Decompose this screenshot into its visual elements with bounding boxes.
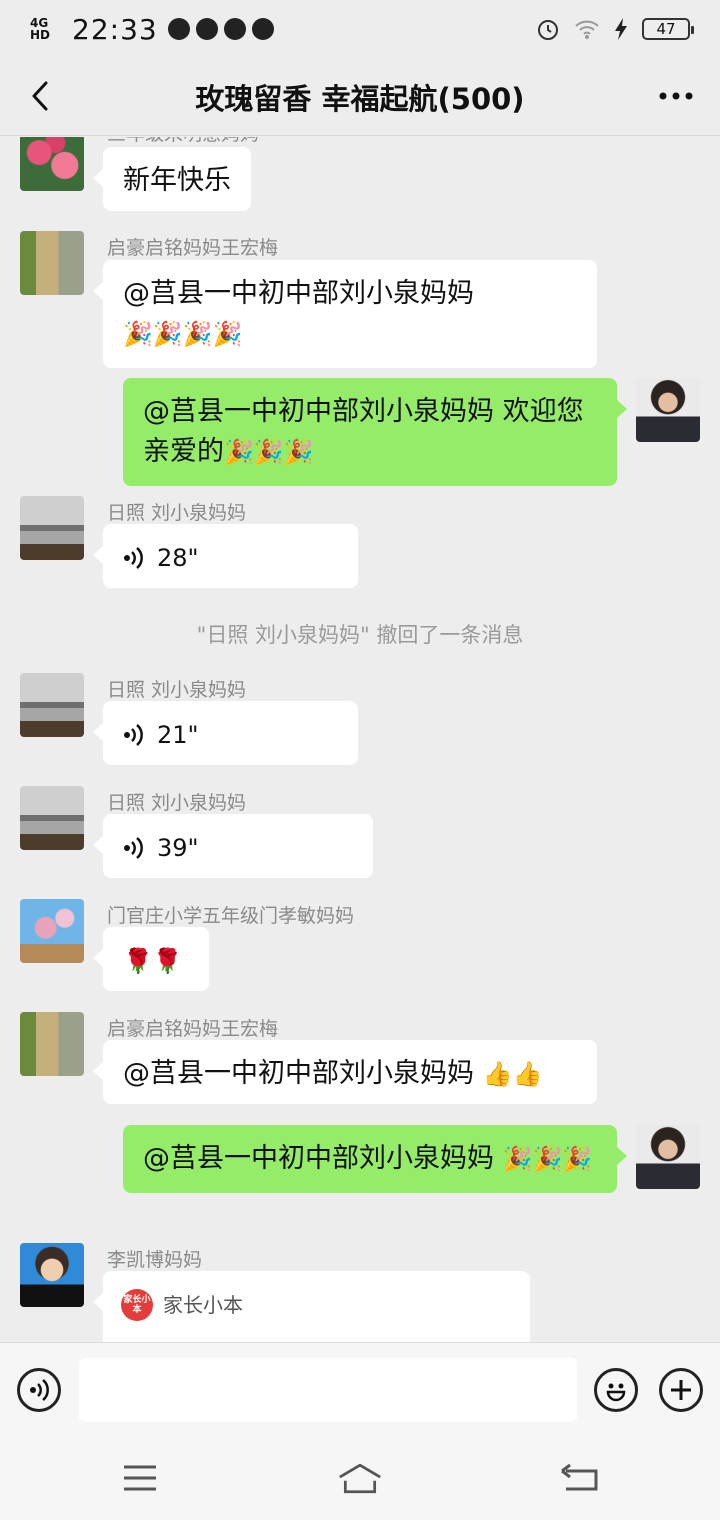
- message-text: @莒县一中初中部刘小泉妈妈: [123, 1058, 483, 1089]
- app-logo-icon: 家长小本: [121, 1289, 153, 1321]
- system-nav-bar: [0, 1438, 720, 1520]
- avatar[interactable]: [20, 899, 84, 963]
- card-app-name: 家长小本: [163, 1293, 243, 1317]
- avatar[interactable]: [20, 673, 84, 737]
- mini-program-card[interactable]: 家长小本 家长小本: [93, 1271, 530, 1342]
- smiley-icon: [606, 1383, 626, 1402]
- message-text: 新年快乐: [123, 165, 231, 196]
- sender-name: 启豪启铭妈妈王宏梅: [107, 1018, 279, 1040]
- message-list[interactable]: 三年级宋明慧妈妈 新年快乐 启豪启铭妈妈王宏梅 @莒县一中初中部刘小泉妈妈 🎉🎉…: [0, 137, 720, 1342]
- back-nav-button[interactable]: [558, 1458, 602, 1498]
- status-bar: 4G HD 22:33 47: [0, 0, 720, 58]
- message-text: @莒县一中初中部刘小泉妈妈 欢迎您亲爱的: [143, 396, 584, 467]
- message-bubble[interactable]: @莒县一中初中部刘小泉妈妈 🎉🎉🎉🎉: [93, 260, 597, 368]
- message-input[interactable]: [79, 1358, 577, 1422]
- back-button[interactable]: [18, 74, 62, 118]
- voice-wave-icon: [124, 547, 143, 569]
- avatar[interactable]: [636, 1125, 700, 1189]
- message-bubble[interactable]: @莒县一中初中部刘小泉妈妈 欢迎您亲爱的🎉🎉🎉: [123, 378, 627, 486]
- voice-icon: [30, 1379, 49, 1401]
- avatar[interactable]: [20, 1012, 84, 1076]
- sender-name: 日照 刘小泉妈妈: [107, 679, 247, 701]
- avatar[interactable]: [20, 496, 84, 560]
- sender-name: 三年级宋明慧妈妈: [107, 137, 259, 146]
- message-bubble[interactable]: @莒县一中初中部刘小泉妈妈 👍👍: [93, 1040, 597, 1104]
- recall-notice: "日照 刘小泉妈妈" 撤回了一条消息: [196, 623, 524, 647]
- message-bubble[interactable]: 🌹🌹: [93, 927, 209, 991]
- more-dots-icon: [659, 92, 693, 100]
- chat-header: 玫瑰留香 幸福起航(500): [0, 58, 720, 136]
- more-functions-button[interactable]: [659, 1368, 703, 1412]
- app-icon: [195, 18, 218, 40]
- notification-icons: [167, 18, 274, 40]
- recent-apps-button[interactable]: [118, 1458, 162, 1498]
- alarm-icon: [223, 18, 246, 40]
- message-text: @莒县一中初中部刘小泉妈妈: [143, 1143, 503, 1174]
- menu-icon: [124, 1465, 156, 1491]
- alarm-clock-icon: [538, 20, 558, 40]
- sender-name: 李凯博妈妈: [107, 1249, 203, 1271]
- voice-wave-icon: [124, 724, 143, 746]
- message-bubble[interactable]: 新年快乐: [93, 147, 251, 211]
- avatar[interactable]: [636, 378, 700, 442]
- avatar[interactable]: [20, 786, 84, 850]
- home-button[interactable]: [338, 1458, 382, 1498]
- thumbs-up-emoji: 👍👍: [482, 1060, 543, 1088]
- party-popper-emoji: 🎉🎉🎉: [502, 1145, 593, 1173]
- chat-title: 玫瑰留香 幸福起航(500): [195, 81, 525, 116]
- message-bubble[interactable]: @莒县一中初中部刘小泉妈妈 🎉🎉🎉: [123, 1125, 627, 1193]
- avatar[interactable]: [20, 1243, 84, 1307]
- clock: 22:33: [72, 12, 158, 46]
- voice-duration: 39": [157, 834, 199, 862]
- charging-icon: [615, 18, 627, 40]
- sender-name: 启豪启铭妈妈王宏梅: [107, 237, 279, 259]
- party-popper-emoji: 🎉🎉🎉🎉: [123, 320, 243, 348]
- rose-emoji: 🌹🌹: [123, 947, 183, 975]
- voice-message-bubble[interactable]: 28": [93, 524, 358, 588]
- sender-name: 日照 刘小泉妈妈: [107, 792, 247, 814]
- wifi-icon: [575, 20, 599, 39]
- voice-duration: 28": [157, 544, 199, 572]
- voice-message-bubble[interactable]: 21": [93, 701, 358, 765]
- plus-icon: [671, 1380, 691, 1400]
- voice-duration: 21": [157, 721, 199, 749]
- sender-name: 日照 刘小泉妈妈: [107, 502, 247, 524]
- emoji-button[interactable]: [594, 1368, 638, 1412]
- avatar[interactable]: [20, 231, 84, 295]
- sender-name: 门官庄小学五年级门孝敏妈妈: [107, 905, 355, 927]
- avatar[interactable]: [20, 137, 84, 191]
- network-indicator: 4G HD: [30, 16, 51, 42]
- storage-icon: [251, 18, 274, 40]
- music-icon: [167, 18, 190, 40]
- message-text: @莒县一中初中部刘小泉妈妈: [123, 278, 474, 309]
- input-bar: [0, 1342, 720, 1438]
- chevron-left-icon: [32, 81, 48, 111]
- back-arrow-icon: [561, 1463, 598, 1491]
- voice-wave-icon: [124, 837, 143, 859]
- voice-message-bubble[interactable]: 39": [93, 814, 373, 878]
- party-popper-emoji: 🎉🎉🎉: [224, 438, 314, 466]
- home-icon: [339, 1463, 381, 1494]
- battery-indicator: 47: [642, 18, 694, 40]
- voice-input-button[interactable]: [17, 1368, 61, 1412]
- more-options-button[interactable]: [654, 78, 698, 114]
